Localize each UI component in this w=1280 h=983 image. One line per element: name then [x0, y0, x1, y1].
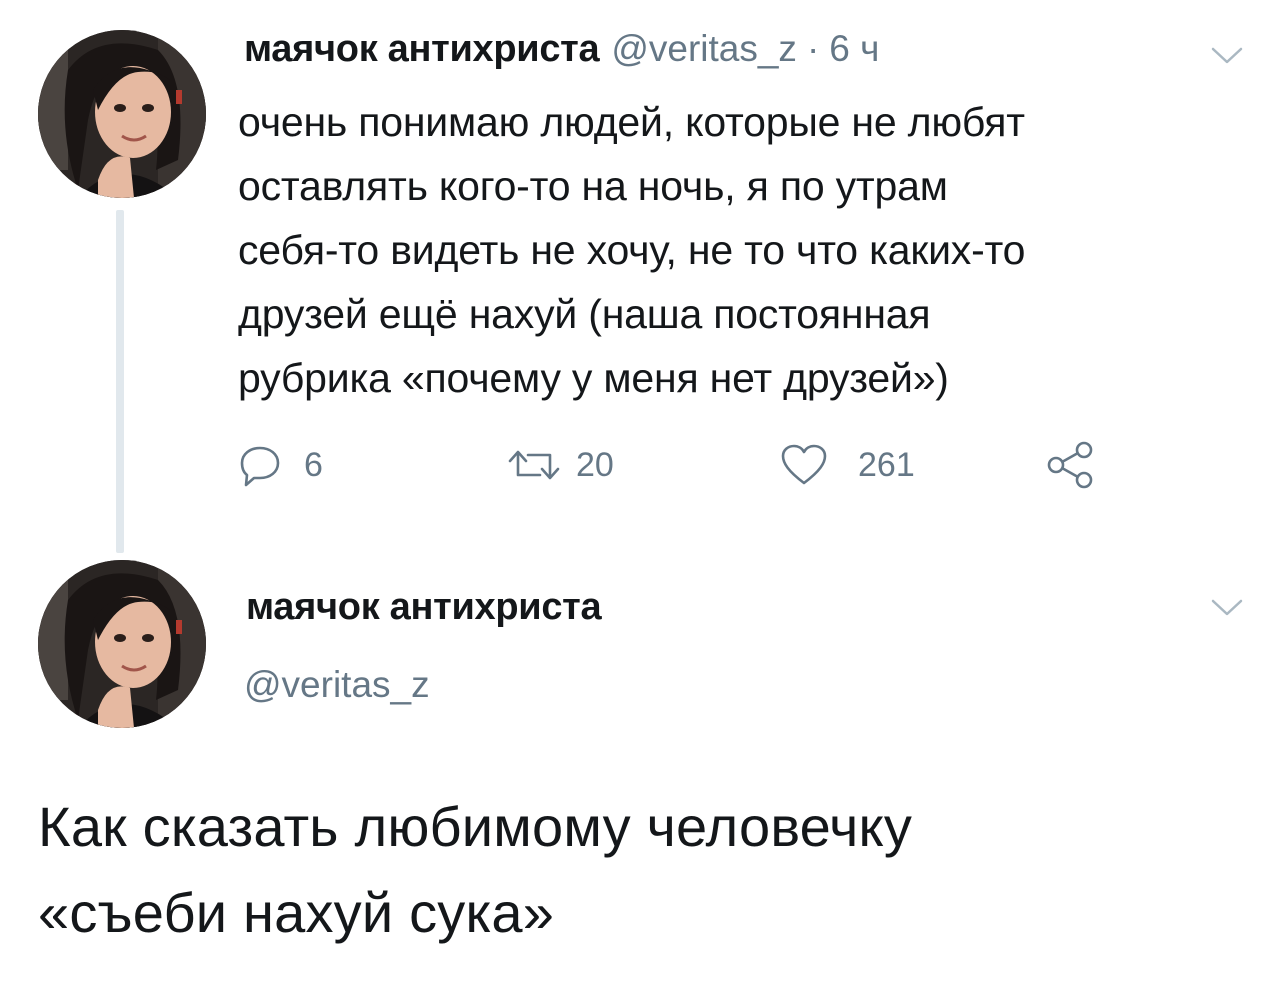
reply-icon: [240, 446, 280, 487]
user-handle[interactable]: @veritas_z: [611, 28, 797, 70]
retweet-count: 20: [576, 445, 614, 484]
display-name[interactable]: маячок антихриста: [246, 586, 602, 628]
separator-dot: ·: [806, 28, 820, 69]
like-button[interactable]: 261: [780, 440, 915, 490]
tweet-header: маячок антихриста @veritas_z · 6 ч: [244, 28, 879, 78]
page: маячок антихриста @veritas_z · 6 ч очень…: [0, 0, 1280, 983]
avatar[interactable]: [38, 30, 206, 198]
user-handle[interactable]: @veritas_z: [244, 664, 430, 706]
avatar-photo-icon: [38, 30, 206, 198]
tweet-header: маячок антихриста: [246, 586, 602, 629]
chevron-down-icon: [1211, 47, 1243, 64]
tweet-text: Как сказать любимому человечку «съеби на…: [38, 795, 913, 944]
chevron-down-icon: [1211, 599, 1243, 616]
heart-icon: [781, 444, 827, 485]
tweet-actions: 6 20 261: [238, 440, 1118, 490]
thread-connector: [116, 210, 124, 553]
tweet-menu-button[interactable]: [1210, 46, 1244, 66]
tweet-text: очень понимаю людей, которые не любят ос…: [238, 99, 1026, 401]
share-button[interactable]: [1046, 440, 1094, 490]
reply-button[interactable]: 6: [238, 440, 323, 490]
like-count: 261: [858, 445, 915, 484]
avatar-photo-icon: [38, 560, 206, 728]
avatar[interactable]: [38, 560, 206, 728]
reply-count: 6: [304, 445, 323, 484]
share-icon: [1047, 441, 1093, 489]
retweet-button[interactable]: 20: [506, 440, 614, 490]
display-name[interactable]: маячок антихриста: [244, 28, 600, 71]
retweet-icon: [508, 450, 560, 480]
tweet-menu-button[interactable]: [1210, 598, 1244, 618]
timestamp[interactable]: 6 ч: [829, 28, 879, 70]
